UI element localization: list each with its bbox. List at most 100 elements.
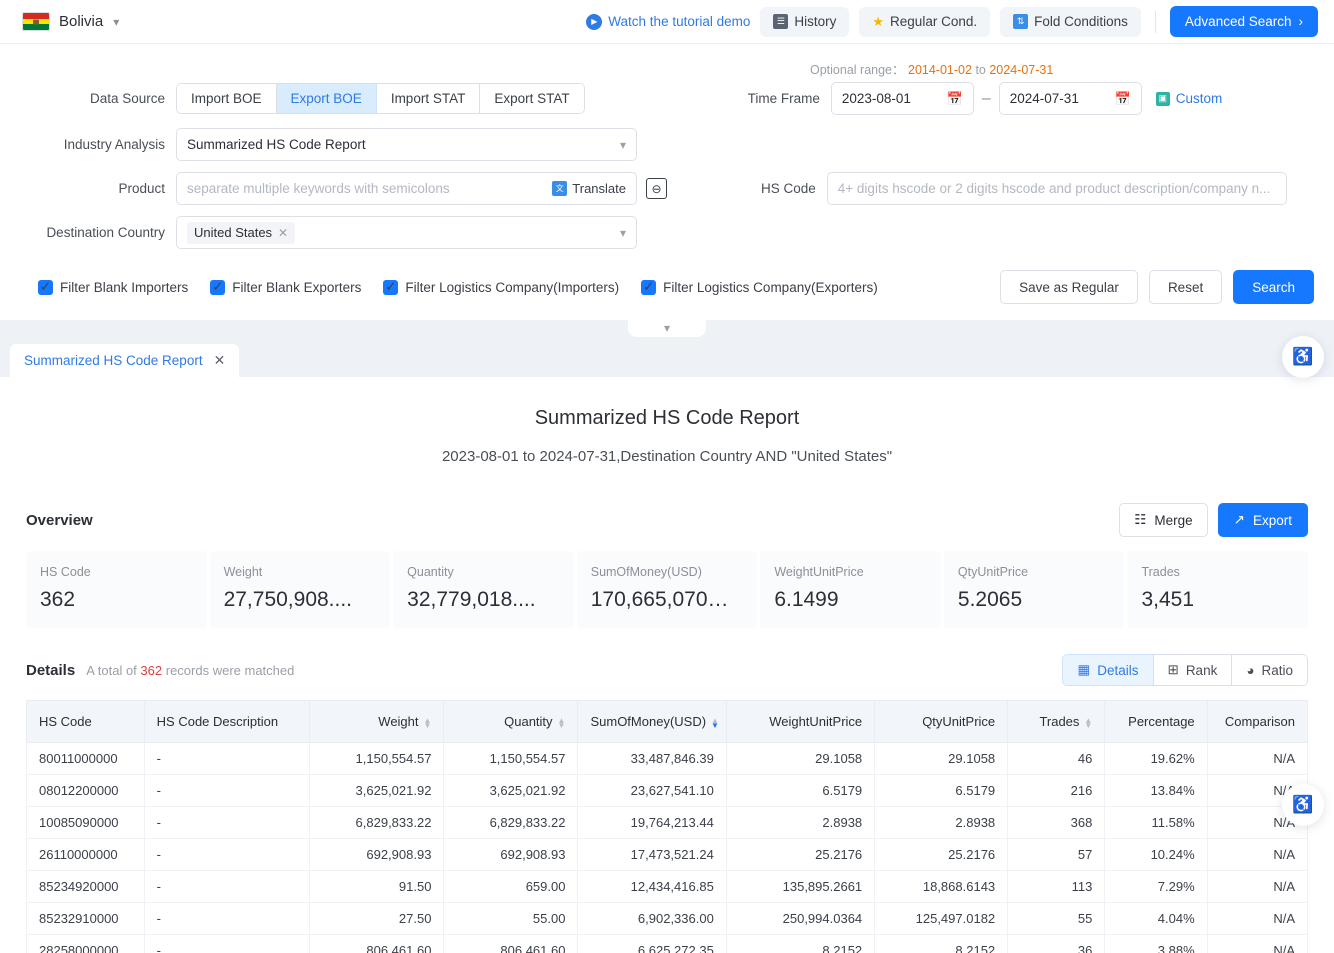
view-ratio-label: Ratio xyxy=(1261,662,1293,678)
industry-analysis-label: Industry Analysis xyxy=(63,137,165,152)
country-selector[interactable]: Bolivia ▾ xyxy=(22,12,119,31)
pie-chart-icon: ◕ xyxy=(1246,662,1255,678)
support-button-top[interactable]: ♿ xyxy=(1282,336,1324,378)
destination-country-select[interactable]: United States ✕ ▾ xyxy=(176,216,637,249)
reset-button[interactable]: Reset xyxy=(1148,270,1223,304)
cell-weight-unit-price: 6.5179 xyxy=(725,774,876,807)
translate-button[interactable]: 文 Translate xyxy=(552,181,626,196)
table-row[interactable]: 85234920000 - 91.50 659.00 12,434,416.85… xyxy=(26,870,1309,903)
col-comparison[interactable]: Comparison xyxy=(1206,700,1309,743)
save-as-regular-button[interactable]: Save as Regular xyxy=(1000,270,1138,304)
time-frame-label: Time Frame xyxy=(747,91,820,106)
advanced-search-button[interactable]: Advanced Search › xyxy=(1169,6,1318,37)
export-button[interactable]: ↗ Export xyxy=(1217,503,1308,537)
data-source-import-boe[interactable]: Import BOE xyxy=(176,83,277,114)
cell-qty-unit-price: 8.2152 xyxy=(874,934,1009,953)
collapse-panel-button[interactable]: ▾ xyxy=(628,318,706,337)
view-details[interactable]: ▦ Details xyxy=(1062,654,1154,686)
sort-icon[interactable]: ▲ ▼ xyxy=(1084,716,1092,729)
view-ratio[interactable]: ◕ Ratio xyxy=(1232,654,1308,686)
search-button[interactable]: Search xyxy=(1233,270,1314,304)
cell-sum-of-money: 17,473,521.24 xyxy=(577,838,727,871)
overview-stats: HS Code 362 Weight 27,750,908.... Quanti… xyxy=(26,551,1309,628)
view-rank[interactable]: ⊞ Rank xyxy=(1153,654,1233,686)
sort-icon[interactable]: ▲ ▼ xyxy=(558,716,566,729)
close-icon[interactable]: ✕ xyxy=(278,226,288,240)
remove-condition-button[interactable]: ⊖ xyxy=(646,178,667,199)
data-source-import-stat[interactable]: Import STAT xyxy=(376,83,481,114)
product-input[interactable]: separate multiple keywords with semicolo… xyxy=(176,172,637,205)
chevron-down-icon: ▾ xyxy=(619,225,626,240)
destination-country-tag: United States ✕ xyxy=(187,221,296,244)
translate-icon: 文 xyxy=(552,181,568,196)
filter-logistics-exporters-label: Filter Logistics Company(Exporters) xyxy=(663,279,878,295)
filter-logistics-importers-checkbox[interactable]: ✓ Filter Logistics Company(Importers) xyxy=(383,279,619,295)
cell-sum-of-money: 19,764,213.44 xyxy=(577,806,727,839)
custom-icon: ▣ xyxy=(1155,91,1170,106)
filters-row: ✓ Filter Blank Importers ✓ Filter Blank … xyxy=(0,270,1334,304)
stat-card: HS Code 362 xyxy=(26,551,207,628)
close-icon[interactable]: ✕ xyxy=(214,352,226,369)
col-hs-code-description[interactable]: HS Code Description xyxy=(143,700,311,743)
cell-description: - xyxy=(143,742,311,775)
report-subtitle: 2023-08-01 to 2024-07-31,Destination Cou… xyxy=(441,448,893,465)
cell-weight: 806,461.60 xyxy=(309,934,445,953)
stat-key: HS Code xyxy=(40,565,91,579)
app-root: Bolivia ▾ ▶ Watch the tutorial demo ☰ Hi… xyxy=(0,0,1334,953)
table-row[interactable]: 10085090000 - 6,829,833.22 6,829,833.22 … xyxy=(26,806,1309,839)
col-hs-code[interactable]: HS Code xyxy=(26,700,145,743)
table-row[interactable]: 08012200000 - 3,625,021.92 3,625,021.92 … xyxy=(26,774,1309,807)
col-sum-of-money[interactable]: SumOfMoney(USD) ▲ ▼ xyxy=(577,700,727,743)
optional-range-from: 2014-01-02 xyxy=(908,62,972,77)
checkbox-checked-icon: ✓ xyxy=(383,279,399,295)
cell-comparison: N/A xyxy=(1206,934,1309,953)
table-row[interactable]: 85232910000 - 27.50 55.00 6,902,336.00 2… xyxy=(26,902,1309,935)
hs-code-input[interactable]: 4+ digits hscode or 2 digits hscode and … xyxy=(826,172,1287,205)
hs-code-label: HS Code xyxy=(761,181,816,196)
custom-range-button[interactable]: ▣ Custom xyxy=(1155,91,1222,106)
col-qty-unit-price[interactable]: QtyUnitPrice xyxy=(874,700,1009,743)
cell-hs-code: 26110000000 xyxy=(26,838,145,871)
tab-summarized-hs-code-report[interactable]: Summarized HS Code Report ✕ xyxy=(10,344,240,377)
time-from-input[interactable]: 2023-08-01 📅 xyxy=(830,82,974,115)
col-weight-unit-price[interactable]: WeightUnitPrice xyxy=(725,700,876,743)
col-weight[interactable]: Weight ▲ ▼ xyxy=(309,700,445,743)
cell-weight: 692,908.93 xyxy=(309,838,445,871)
translate-label: Translate xyxy=(572,181,626,196)
time-to-input[interactable]: 2024-07-31 📅 xyxy=(998,82,1142,115)
support-button-bottom[interactable]: ♿ xyxy=(1282,784,1324,826)
filter-blank-exporters-checkbox[interactable]: ✓ Filter Blank Exporters xyxy=(210,279,361,295)
cell-weight-unit-price: 250,994.0364 xyxy=(725,902,876,935)
col-percentage[interactable]: Percentage xyxy=(1104,700,1208,743)
watch-tutorial-link[interactable]: ▶ Watch the tutorial demo xyxy=(586,13,750,30)
sort-icon-active[interactable]: ▲ ▼ xyxy=(711,716,719,729)
star-icon: ★ xyxy=(872,13,885,29)
search-panel: Optional range： 2014-01-02 to 2024-07-31… xyxy=(0,44,1334,337)
table-row[interactable]: 26110000000 - 692,908.93 692,908.93 17,4… xyxy=(26,838,1309,871)
fold-conditions-button[interactable]: ⇅ Fold Conditions xyxy=(1000,6,1141,37)
filter-blank-importers-checkbox[interactable]: ✓ Filter Blank Importers xyxy=(38,279,188,295)
destination-country-value: United States xyxy=(194,225,273,240)
table-row[interactable]: 28258000000 - 806,461.60 806,461.60 6,62… xyxy=(26,934,1309,953)
cell-comparison: N/A xyxy=(1206,838,1309,871)
col-quantity[interactable]: Quantity ▲ ▼ xyxy=(443,700,579,743)
stat-key: Quantity xyxy=(407,565,454,579)
data-source-label: Data Source xyxy=(89,91,165,106)
search-actions: Save as Regular Reset Search xyxy=(1000,270,1314,304)
stat-key: QtyUnitPrice xyxy=(957,565,1029,579)
industry-analysis-select[interactable]: Summarized HS Code Report ▾ xyxy=(176,128,637,161)
sort-icon[interactable]: ▲ ▼ xyxy=(424,716,432,729)
cell-hs-code: 08012200000 xyxy=(26,774,145,807)
chevron-down-icon: ▾ xyxy=(113,14,120,29)
calendar-icon[interactable]: 📅 xyxy=(1115,91,1131,107)
history-button[interactable]: ☰ History xyxy=(760,6,850,37)
table-row[interactable]: 80011000000 - 1,150,554.57 1,150,554.57 … xyxy=(26,742,1309,775)
data-source-export-boe[interactable]: Export BOE xyxy=(276,83,377,114)
merge-button[interactable]: ☷ Merge xyxy=(1119,503,1208,537)
regular-cond-button[interactable]: ★ Regular Cond. xyxy=(859,6,991,37)
industry-analysis-value: Summarized HS Code Report xyxy=(187,137,366,152)
filter-logistics-exporters-checkbox[interactable]: ✓ Filter Logistics Company(Exporters) xyxy=(641,279,878,295)
col-trades[interactable]: Trades ▲ ▼ xyxy=(1007,700,1106,743)
data-source-export-stat[interactable]: Export STAT xyxy=(480,83,585,114)
calendar-icon[interactable]: 📅 xyxy=(947,91,963,107)
